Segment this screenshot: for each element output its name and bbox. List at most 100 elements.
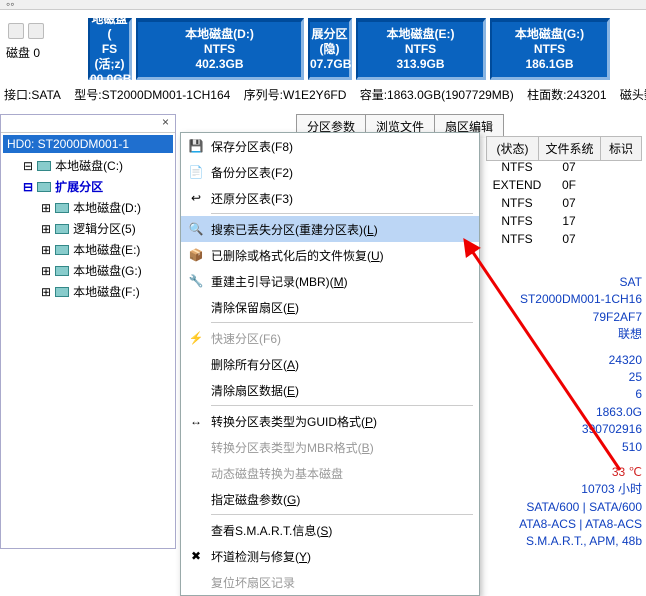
info-b1: 24320 xyxy=(482,352,642,369)
menu-item: ⚡快速分区(F6) xyxy=(181,325,479,351)
tree-label: 本地磁盘(E:) xyxy=(73,241,140,258)
info-a3: 79F2AF7 xyxy=(482,309,642,326)
tree-label: 扩展分区 xyxy=(55,178,103,195)
expander-icon[interactable]: ⊞ xyxy=(41,201,51,215)
disk-label: 磁盘 0 xyxy=(0,44,88,68)
volume-tile[interactable]: 地磁盘(FS (活;z)00.0GB xyxy=(88,18,132,80)
toolbar-button-1[interactable] xyxy=(8,23,24,39)
expander-icon[interactable]: ⊞ xyxy=(41,243,51,257)
volume-tile[interactable]: 本地磁盘(D:)NTFS402.3GB xyxy=(136,18,304,80)
menu-label: 清除扇区数据(E) xyxy=(211,382,299,399)
expander-icon[interactable]: ⊞ xyxy=(41,285,51,299)
info-c2: 10703 小时 xyxy=(482,481,642,498)
menu-item[interactable]: 清除保留扇区(E) xyxy=(181,294,479,320)
context-menu: 💾保存分区表(F8)📄备份分区表(F2)↩还原分区表(F3)🔍搜索已丢失分区(重… xyxy=(180,132,480,596)
volume-tile[interactable]: 本地磁盘(E:)NTFS313.9GB xyxy=(356,18,486,80)
menu-item[interactable]: 🔧重建主引导记录(MBR)(M) xyxy=(181,268,479,294)
info-a4: 联想 xyxy=(482,326,642,343)
disk-detail-block: SAT ST2000DM001-1CH16 79F2AF7 联想 24320 2… xyxy=(482,274,642,559)
menu-item[interactable]: 删除所有分区(A) xyxy=(181,351,479,377)
info-b3: 6 xyxy=(482,386,642,403)
disk-tree: × HD0: ST2000DM001-1 ⊟本地磁盘(C:)⊟扩展分区⊞本地磁盘… xyxy=(0,114,176,549)
info-a2: ST2000DM001-1CH16 xyxy=(482,291,642,308)
menu-label: 指定磁盘参数(G) xyxy=(211,491,300,508)
menu-label: 已删除或格式化后的文件恢复(U) xyxy=(211,247,384,264)
disk-info-bar: 接口:SATA 型号:ST2000DM001-1CH164 序列号:W1E2Y6… xyxy=(4,86,646,104)
table-row[interactable]: EXTEND0F xyxy=(486,176,642,194)
menu-icon: 📦 xyxy=(181,248,211,262)
left-toolbar: 磁盘 0 xyxy=(0,18,88,68)
cell-id: 17 xyxy=(548,212,590,230)
menu-item: 转换分区表类型为MBR格式(B) xyxy=(181,434,479,460)
menu-item[interactable]: 📦已删除或格式化后的文件恢复(U) xyxy=(181,242,479,268)
menu-item[interactable]: 💾保存分区表(F8) xyxy=(181,133,479,159)
menu-icon: ↔ xyxy=(181,414,211,428)
menu-item[interactable]: 清除扇区数据(E) xyxy=(181,377,479,403)
cell-id: 07 xyxy=(548,158,590,176)
menu-icon: ↩ xyxy=(181,191,211,205)
info-b5: 390702916 xyxy=(482,421,642,438)
info-a1: SAT xyxy=(482,274,642,291)
info-c5: S.M.A.R.T., APM, 48b xyxy=(482,533,642,550)
menu-label: 备份分区表(F2) xyxy=(211,164,293,181)
table-row[interactable]: NTFS07 xyxy=(486,230,642,248)
tree-label: 本地磁盘(C:) xyxy=(55,157,123,174)
disk-icon xyxy=(55,266,69,276)
cell-id: 07 xyxy=(548,230,590,248)
info-b6: 510 xyxy=(482,439,642,456)
menu-item[interactable]: 查看S.M.A.R.T.信息(S) xyxy=(181,517,479,543)
tree-node[interactable]: ⊞ 本地磁盘(E:) xyxy=(1,239,175,260)
volume-tile[interactable]: 本地磁盘(G:)NTFS186.1GB xyxy=(490,18,610,80)
tree-node[interactable]: ⊞本地磁盘(D:) xyxy=(1,197,175,218)
table-row[interactable]: NTFS07 xyxy=(486,194,642,212)
expander-icon[interactable]: ⊟ xyxy=(23,180,33,194)
menu-icon: 💾 xyxy=(181,139,211,153)
info-cap: 容量:1863.0GB(1907729MB) xyxy=(360,88,514,102)
disk-icon xyxy=(55,203,69,213)
tree-node[interactable]: ⊟ 本地磁盘(C:) xyxy=(1,155,175,176)
tree-label: 本地磁盘(F:) xyxy=(73,283,140,300)
tree-label: 本地磁盘(G:) xyxy=(73,262,142,279)
cell-id: 0F xyxy=(548,176,590,194)
tree-root[interactable]: HD0: ST2000DM001-1 xyxy=(3,135,173,153)
menu-item[interactable]: ✖坏道检测与修复(Y) xyxy=(181,543,479,569)
cell-fs: NTFS xyxy=(486,212,548,230)
menu-label: 搜索已丢失分区(重建分区表)(L) xyxy=(211,221,378,238)
cell-fs: EXTEND xyxy=(486,176,548,194)
menu-item[interactable]: 🔍搜索已丢失分区(重建分区表)(L) xyxy=(181,216,479,242)
tree-label: 逻辑分区(5) xyxy=(73,220,136,237)
disk-icon xyxy=(37,161,51,171)
info-c4: ATA8-ACS | ATA8-ACS xyxy=(482,516,642,533)
menu-label: 转换分区表类型为MBR格式(B) xyxy=(211,439,374,456)
toolbar-button-2[interactable] xyxy=(28,23,44,39)
tree-node[interactable]: ⊞ 逻辑分区(5) xyxy=(1,218,175,239)
menu-item[interactable]: 📄备份分区表(F2) xyxy=(181,159,479,185)
menu-icon: 🔍 xyxy=(181,222,211,236)
info-b4: 1863.0G xyxy=(482,404,642,421)
disk-icon xyxy=(55,224,69,234)
cell-fs: NTFS xyxy=(486,194,548,212)
info-iface: 接口:SATA xyxy=(4,88,61,102)
volume-tile[interactable]: 展分区(隐)07.7GB xyxy=(308,18,352,80)
close-tab-icon[interactable]: × xyxy=(1,115,175,133)
expander-icon[interactable]: ⊞ xyxy=(41,264,51,278)
tree-node[interactable]: ⊟ 扩展分区 xyxy=(1,176,175,197)
cell-fs: NTFS xyxy=(486,230,548,248)
menu-item: 复位坏扇区记录 xyxy=(181,569,479,595)
disk-icon xyxy=(37,182,51,192)
expander-icon[interactable]: ⊞ xyxy=(41,222,51,236)
menu-item[interactable]: ↩还原分区表(F3) xyxy=(181,185,479,211)
menu-icon: 📄 xyxy=(181,165,211,179)
tree-node[interactable]: ⊞ 本地磁盘(F:) xyxy=(1,281,175,302)
menu-label: 动态磁盘转换为基本磁盘 xyxy=(211,465,343,482)
menu-item[interactable]: 指定磁盘参数(G) xyxy=(181,486,479,512)
table-row[interactable]: NTFS07 xyxy=(486,158,642,176)
info-serial: 序列号:W1E2Y6FD xyxy=(244,88,347,102)
info-cyl: 柱面数:243201 xyxy=(527,88,606,102)
menu-label: 重建主引导记录(MBR)(M) xyxy=(211,273,348,290)
menu-item[interactable]: ↔转换分区表类型为GUID格式(P) xyxy=(181,408,479,434)
tree-node[interactable]: ⊞ 本地磁盘(G:) xyxy=(1,260,175,281)
menu-label: 转换分区表类型为GUID格式(P) xyxy=(211,413,377,430)
expander-icon[interactable]: ⊟ xyxy=(23,159,33,173)
table-row[interactable]: NTFS17 xyxy=(486,212,642,230)
